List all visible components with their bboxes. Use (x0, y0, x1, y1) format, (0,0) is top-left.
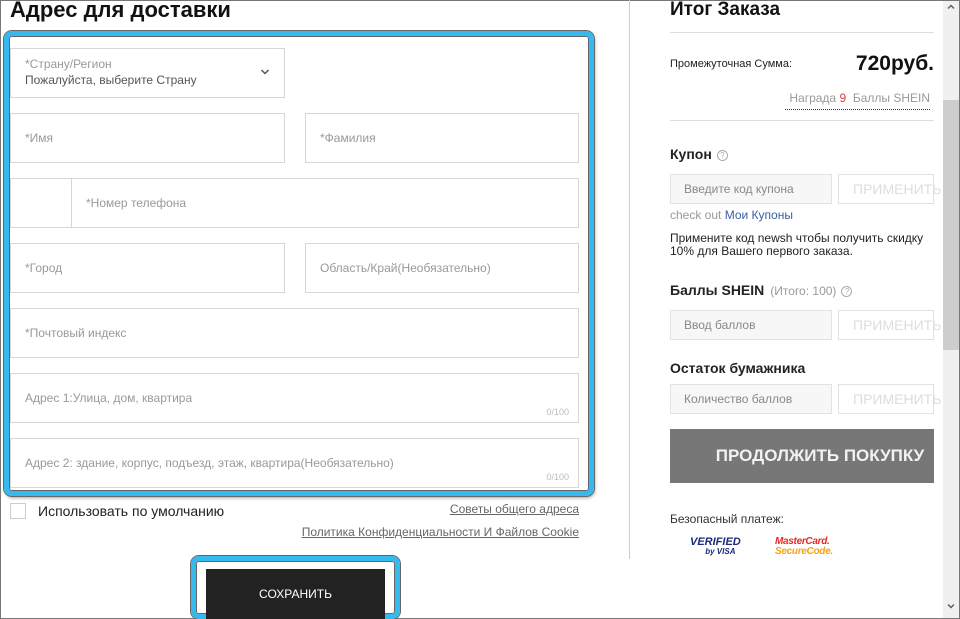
subtotal-value: 720руб. (855, 52, 934, 75)
checkout-coupons: check out Мои Купоны (670, 208, 793, 222)
address2-input[interactable]: Адрес 2: здание, корпус, подъезд, этаж, … (10, 438, 579, 488)
chevron-down-icon (260, 69, 270, 75)
address1-placeholder: Адрес 1:Улица, дом, квартира (25, 391, 193, 405)
address1-input[interactable]: Адрес 1:Улица, дом, квартира 0/100 (10, 373, 579, 423)
points-title-text: Баллы SHEIN (670, 282, 765, 298)
phone-placeholder: *Номер телефона (86, 196, 187, 210)
wallet-title: Остаток бумажника (670, 360, 806, 376)
help-icon[interactable]: ? (841, 286, 853, 297)
address2-placeholder: Адрес 2: здание, корпус, подъезд, этаж, … (25, 456, 394, 470)
reward-suffix: Баллы SHEIN (852, 91, 930, 105)
first-name-placeholder: *Имя (25, 131, 54, 145)
region-input[interactable]: Область/Край(Необязательно) (305, 243, 579, 293)
region-placeholder: Область/Край(Необязательно) (320, 261, 491, 275)
reward-number: 9 (839, 91, 847, 105)
coupon-title: Купон? (670, 146, 728, 162)
coupon-title-text: Купон (670, 146, 712, 162)
column-divider (629, 0, 630, 559)
checkout-prefix: check out (670, 208, 722, 222)
phone-code-select[interactable] (10, 178, 71, 228)
save-button[interactable]: СОХРАНИТЬ (206, 569, 385, 619)
mc-line2: SecureCode. (775, 546, 833, 557)
reward-points[interactable]: Награда 9 Баллы SHEIN (785, 91, 930, 110)
points-apply-button[interactable]: ПРИМЕНИТЬ (838, 310, 941, 340)
default-address-checkbox[interactable] (10, 503, 26, 519)
promo-text: Примените код newsh чтобы получить скидк… (670, 231, 924, 258)
page-title: Адрес для доставки (10, 0, 231, 22)
divider (670, 120, 934, 121)
secure-payment-label: Безопасный платеж: (670, 512, 784, 526)
mastercard-securecode-logo: MasterCard. SecureCode. (775, 537, 833, 557)
country-value: Пожалуйста, выберите Страну (25, 73, 197, 87)
default-address-label[interactable]: Использовать по умолчанию (38, 503, 224, 519)
visa-line2: by VISA (705, 547, 736, 556)
country-label: *Страну/Регион (25, 57, 112, 71)
city-input[interactable]: *Город (10, 243, 285, 293)
continue-shopping-button[interactable]: ПРОДОЛЖИТЬ ПОКУПКУ (670, 429, 934, 483)
verified-by-visa-logo: VERIFIED by VISA (690, 537, 741, 557)
privacy-policy-link[interactable]: Политика Конфиденциальности И Файлов Coo… (302, 525, 579, 539)
postcode-placeholder: *Почтовый индекс (25, 326, 127, 340)
order-summary-title: Итог Заказа (670, 0, 781, 20)
last-name-placeholder: *Фамилия (320, 131, 376, 145)
divider (670, 32, 934, 33)
points-total: (Итого: 100) (770, 284, 837, 298)
postcode-input[interactable]: *Почтовый индекс (10, 308, 579, 358)
country-select[interactable]: *Страну/Регион Пожалуйста, выберите Стра… (10, 48, 285, 98)
address1-counter: 0/100 (546, 407, 569, 417)
first-name-input[interactable]: *Имя (10, 113, 285, 163)
wallet-input[interactable]: Количество баллов (670, 384, 832, 414)
last-name-input[interactable]: *Фамилия (305, 113, 579, 163)
scroll-up-icon[interactable] (943, 2, 959, 18)
my-coupons-link[interactable]: Мои Купоны (725, 208, 793, 222)
wallet-apply-button[interactable]: ПРИМЕНИТЬ (838, 384, 941, 414)
coupon-input[interactable]: Введите код купона (670, 174, 832, 204)
scrollbar-thumb[interactable] (943, 100, 959, 350)
address2-counter: 0/100 (546, 472, 569, 482)
help-icon[interactable]: ? (716, 150, 728, 161)
address-tips-link[interactable]: Советы общего адреса (450, 502, 579, 516)
coupon-apply-button[interactable]: ПРИМЕНИТЬ (838, 174, 941, 204)
subtotal-label: Промежуточная Сумма: (670, 58, 793, 70)
city-placeholder: *Город (25, 261, 63, 275)
scroll-down-icon[interactable] (943, 601, 959, 617)
phone-input[interactable]: *Номер телефона (71, 178, 579, 228)
points-input[interactable]: Ввод баллов (670, 310, 832, 340)
points-title: Баллы SHEIN (Итого: 100)? (670, 282, 853, 298)
reward-prefix: Награда (789, 91, 837, 105)
